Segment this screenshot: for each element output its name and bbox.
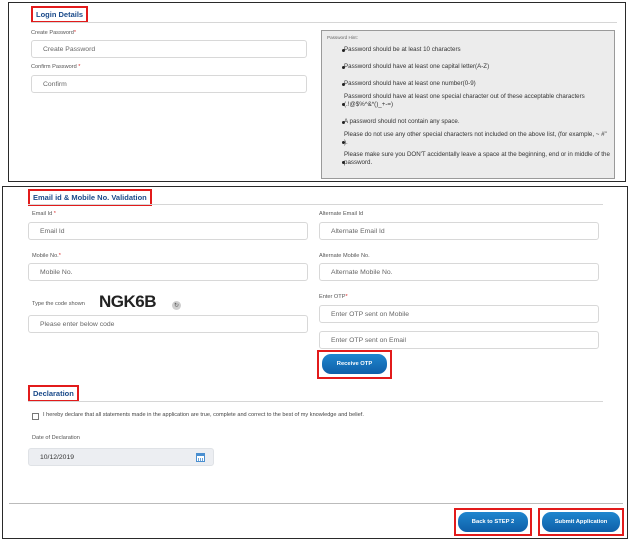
email-input[interactable]: Email Id — [28, 222, 308, 240]
hint-item: Password should have at least one capita… — [344, 63, 490, 70]
login-details-panel: Login Details Create Password* Create Pa… — [8, 2, 626, 182]
declaration-checkbox[interactable] — [32, 413, 39, 420]
back-to-step2-button[interactable]: Back to STEP 2 — [458, 512, 528, 532]
calendar-icon[interactable] — [196, 453, 205, 462]
validation-panel: Email id & Mobile No. Validation Email I… — [2, 186, 628, 539]
create-password-label: Create Password* — [31, 30, 77, 36]
create-password-input[interactable]: Create Password — [31, 40, 307, 58]
captcha-label: Type the code shown — [32, 301, 85, 307]
section-divider — [28, 204, 603, 205]
alt-mobile-label: Alternate Mobile No. — [319, 253, 370, 259]
receive-otp-button[interactable]: Receive OTP — [322, 354, 387, 374]
otp-email-input[interactable]: Enter OTP sent on Email — [319, 331, 599, 349]
alt-mobile-input[interactable]: Alternate Mobile No. — [319, 263, 599, 281]
hint-item: Password should be at least 10 character… — [344, 46, 461, 53]
mobile-label: Mobile No.* — [32, 253, 61, 259]
otp-label: Enter OTP* — [319, 294, 348, 300]
hint-item: Password should have at least one number… — [344, 80, 476, 87]
footer-divider — [9, 503, 623, 504]
declaration-date-label: Date of Declaration — [32, 435, 80, 441]
confirm-password-input[interactable]: Confirm — [31, 75, 307, 93]
hint-item: Password should have at least one specia… — [344, 93, 585, 108]
captcha-input[interactable]: Please enter below code — [28, 315, 308, 333]
section-divider — [28, 401, 603, 402]
declaration-statement: I hereby declare that all statements mad… — [43, 412, 364, 418]
alt-email-label: Alternate Email Id — [319, 211, 364, 217]
hint-item: A password should not contain any space. — [344, 118, 460, 125]
declaration-title: Declaration — [28, 385, 79, 402]
section-divider — [31, 22, 617, 23]
declaration-date-field: 10/12/2019 — [28, 448, 214, 466]
alt-email-input[interactable]: Alternate Email Id — [319, 222, 599, 240]
hint-item: Please do not use any other special char… — [344, 131, 607, 146]
password-hint-title: Password Hint: — [327, 35, 358, 40]
otp-mobile-input[interactable]: Enter OTP sent on Mobile — [319, 305, 599, 323]
submit-application-button[interactable]: Submit Application — [542, 512, 620, 532]
confirm-password-label: Confirm Password * — [31, 64, 81, 70]
login-details-title: Login Details — [31, 6, 89, 23]
email-label: Email Id * — [32, 211, 56, 217]
hint-item: Please make sure you DON'T accidentally … — [344, 151, 610, 166]
captcha-image: NGK6B — [99, 292, 157, 311]
password-hint-box: Password Hint: Password should be at lea… — [321, 30, 615, 179]
refresh-icon[interactable]: ↻ — [172, 301, 181, 310]
mobile-input[interactable]: Mobile No. — [28, 263, 308, 281]
